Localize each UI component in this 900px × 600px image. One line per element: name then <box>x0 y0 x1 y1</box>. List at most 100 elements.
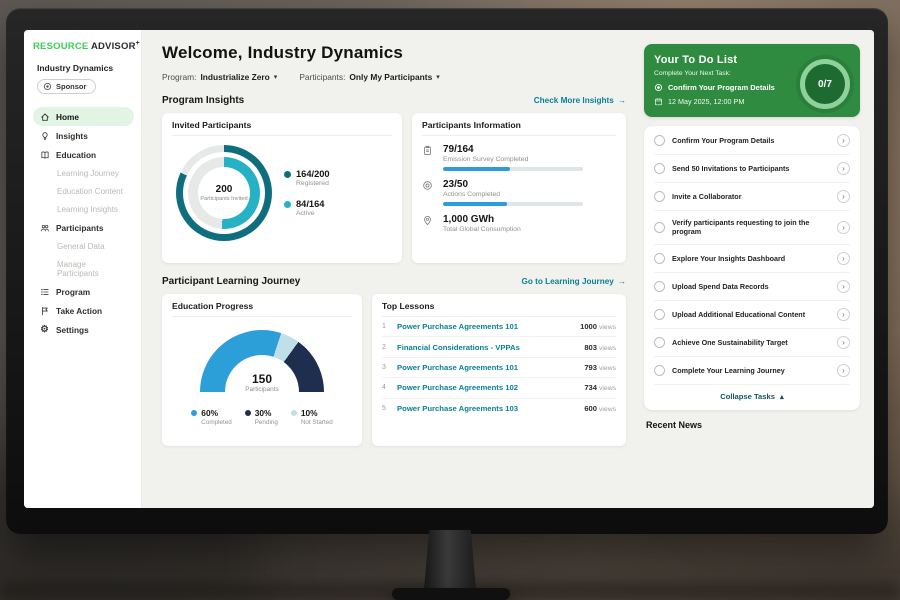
arrow-right-icon: → <box>618 96 626 105</box>
lesson-row: 2 Financial Considerations - VPPAs 803vi… <box>382 337 616 357</box>
card-title: Participants Information <box>422 120 616 136</box>
task-row[interactable]: Confirm Your Program Details › <box>654 127 850 155</box>
task-chevron-icon[interactable]: › <box>837 364 850 377</box>
task-row[interactable]: Explore Your Insights Dashboard › <box>654 245 850 273</box>
chevron-down-icon: ▾ <box>274 73 278 81</box>
legend-active: 84/164 Active <box>284 199 330 217</box>
collapse-tasks-button[interactable]: Collapse Tasks ▴ <box>654 385 850 407</box>
task-row[interactable]: Upload Additional Educational Content › <box>654 301 850 329</box>
stat-progress-fill <box>443 167 510 171</box>
sidebar-menu: Home Insights Education Learning Journey… <box>33 107 134 339</box>
task-row[interactable]: Verify participants requesting to join t… <box>654 211 850 245</box>
participants-filter[interactable]: Participants: Only My Participants ▾ <box>299 72 439 82</box>
task-checkbox[interactable] <box>654 191 665 202</box>
task-chevron-icon[interactable]: › <box>837 336 850 349</box>
task-chevron-icon[interactable]: › <box>837 162 850 175</box>
task-chevron-icon[interactable]: › <box>837 280 850 293</box>
task-row[interactable]: Invite a Collaborator › <box>654 183 850 211</box>
lesson-link[interactable]: Power Purchase Agreements 102 <box>397 383 577 392</box>
filter-bar: Program: Industrialize Zero ▾ Participan… <box>162 72 626 82</box>
check-more-insights-link[interactable]: Check More Insights → <box>534 96 626 105</box>
lesson-row: 3 Power Purchase Agreements 101 793views <box>382 358 616 378</box>
sidebar-item-insights[interactable]: Insights <box>33 126 134 145</box>
clipboard-icon <box>422 144 435 156</box>
lesson-link[interactable]: Financial Considerations - VPPAs <box>397 343 577 352</box>
legend-dot <box>245 410 251 416</box>
recent-news-title: Recent News <box>644 420 860 430</box>
task-dot-icon <box>654 83 663 92</box>
participants-icon <box>39 223 50 233</box>
task-row[interactable]: Upload Spend Data Records › <box>654 273 850 301</box>
target-icon <box>422 179 435 191</box>
task-row[interactable]: Complete Your Learning Journey › <box>654 357 850 385</box>
lesson-link[interactable]: Power Purchase Agreements 101 <box>397 363 577 372</box>
sponsor-badge[interactable]: Sponsor <box>37 79 96 94</box>
task-checkbox[interactable] <box>654 135 665 146</box>
app-window: RESOURCE ADVISOR+ Industry Dynamics Spon… <box>24 30 874 508</box>
lesson-link[interactable]: Power Purchase Agreements 103 <box>397 404 577 413</box>
gauge-center-value: 150 <box>200 372 324 386</box>
stat-emission-survey: 79/164 Emission Survey Completed <box>422 144 616 171</box>
sidebar: RESOURCE ADVISOR+ Industry Dynamics Spon… <box>24 30 142 508</box>
invited-donut-chart: 200 Participants Invited <box>176 145 272 241</box>
todo-progress-value: 0/7 <box>818 79 832 90</box>
legend-dot <box>284 171 291 178</box>
legend-pending: 30% Pending <box>245 408 278 426</box>
lesson-row: 4 Power Purchase Agreements 102 734views <box>382 378 616 398</box>
sidebar-item-education-content[interactable]: Education Content <box>33 182 134 200</box>
org-name: Industry Dynamics <box>33 63 134 73</box>
take-action-icon <box>39 306 50 316</box>
task-checkbox[interactable] <box>654 163 665 174</box>
task-chevron-icon[interactable]: › <box>837 134 850 147</box>
program-filter[interactable]: Program: Industrialize Zero ▾ <box>162 72 277 82</box>
go-to-learning-journey-link[interactable]: Go to Learning Journey → <box>521 277 626 286</box>
chevron-down-icon: ▾ <box>436 73 440 81</box>
insights-icon <box>39 131 50 141</box>
legend-dot <box>191 410 197 416</box>
chevron-up-icon: ▴ <box>780 392 784 401</box>
card-title: Education Progress <box>172 301 352 317</box>
task-checkbox[interactable] <box>654 365 665 376</box>
task-row[interactable]: Achieve One Sustainability Target › <box>654 329 850 357</box>
sidebar-item-education[interactable]: Education <box>33 145 134 164</box>
resource-advisor-logo: RESOURCE ADVISOR+ <box>33 40 134 52</box>
sidebar-item-participants[interactable]: Participants <box>33 218 134 237</box>
monitor-stand-base <box>392 588 510 600</box>
task-checkbox[interactable] <box>654 281 665 292</box>
settings-icon: ⚙ <box>39 325 50 335</box>
energy-pin-icon <box>422 214 435 226</box>
sidebar-item-program[interactable]: Program <box>33 282 134 301</box>
task-row[interactable]: Send 50 Invitations to Participants › <box>654 155 850 183</box>
task-chevron-icon[interactable]: › <box>837 252 850 265</box>
donut-center-label: Participants Invited <box>200 196 247 203</box>
page-title: Welcome, Industry Dynamics <box>162 43 626 63</box>
sidebar-item-home[interactable]: Home <box>33 107 134 126</box>
task-chevron-icon[interactable]: › <box>837 190 850 203</box>
sponsor-icon <box>43 82 52 91</box>
todo-summary-card: Your To Do List Complete Your Next Task:… <box>644 44 860 117</box>
sidebar-item-settings[interactable]: ⚙ Settings <box>33 320 134 339</box>
sidebar-item-general-data[interactable]: General Data <box>33 237 134 255</box>
stat-progress-fill <box>443 202 507 206</box>
task-checkbox[interactable] <box>654 337 665 348</box>
task-checkbox[interactable] <box>654 222 665 233</box>
sidebar-item-manage-participants[interactable]: Manage Participants <box>33 255 134 282</box>
sidebar-item-learning-journey[interactable]: Learning Journey <box>33 164 134 182</box>
card-title: Invited Participants <box>172 120 392 136</box>
main-panel: Welcome, Industry Dynamics Program: Indu… <box>142 30 636 508</box>
program-icon <box>39 287 50 297</box>
donut-center-value: 200 <box>216 184 233 195</box>
todo-progress-ring: 0/7 <box>800 59 850 109</box>
lesson-link[interactable]: Power Purchase Agreements 101 <box>397 322 573 331</box>
sidebar-item-learning-insights[interactable]: Learning Insights <box>33 200 134 218</box>
calendar-icon <box>654 97 663 106</box>
task-chevron-icon[interactable]: › <box>837 308 850 321</box>
task-checkbox[interactable] <box>654 253 665 264</box>
legend-completed: 60% Completed <box>191 408 231 426</box>
program-insights-title: Program Insights <box>162 95 244 106</box>
task-chevron-icon[interactable]: › <box>837 221 850 234</box>
task-checkbox[interactable] <box>654 309 665 320</box>
sidebar-item-take-action[interactable]: Take Action <box>33 301 134 320</box>
legend-registered: 164/200 Registered <box>284 169 330 187</box>
legend-not-started: 10% Not Started <box>291 408 333 426</box>
